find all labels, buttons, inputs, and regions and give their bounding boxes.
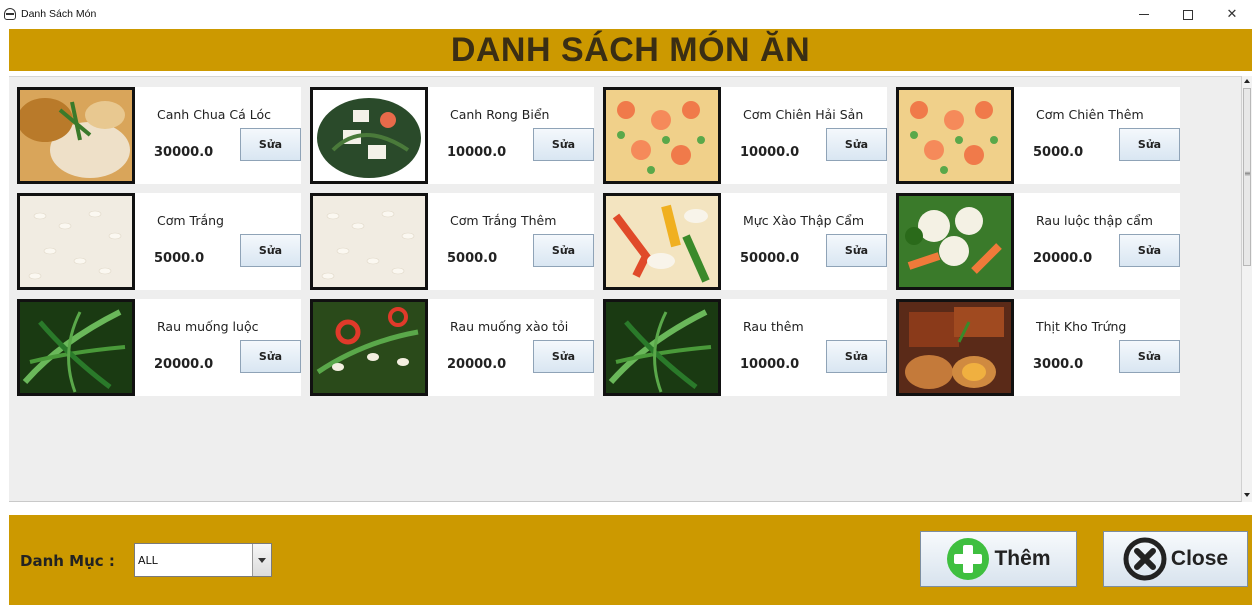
spinach-garlic-thumbnail — [310, 299, 428, 396]
menu-item-card: Rau luộc thập cẩm 20000.0 Sửa — [896, 193, 1180, 290]
minimize-icon — [1139, 14, 1149, 15]
menu-item-price: 10000.0 — [740, 145, 800, 160]
food-image — [313, 302, 425, 393]
edit-button[interactable]: Sửa — [240, 234, 301, 267]
plus-icon — [947, 538, 990, 580]
braised-pork-egg-thumbnail — [896, 299, 1014, 396]
menu-item-price: 50000.0 — [740, 251, 800, 266]
menu-item-name: Rau muống luộc — [157, 319, 259, 334]
menu-item-name: Cơm Chiên Hải Sản — [743, 107, 864, 122]
menu-item-card: Canh Rong Biển 10000.0 Sửa — [310, 87, 594, 184]
category-label: Danh Mục : — [20, 552, 115, 570]
menu-item-card: Cơm Chiên Thêm 5000.0 Sửa — [896, 87, 1180, 184]
menu-item-price: 20000.0 — [154, 357, 214, 372]
footer-bar: Danh Mục : ALL Thêm Close — [9, 515, 1252, 605]
menu-item-price: 30000.0 — [154, 145, 214, 160]
edit-button[interactable]: Sửa — [240, 340, 301, 373]
menu-item-card: Rau muống luộc 20000.0 Sửa — [17, 299, 301, 396]
menu-item-card: Cơm Chiên Hải Sản 10000.0 Sửa — [603, 87, 887, 184]
close-icon: ✕ — [1226, 7, 1238, 22]
app-icon — [4, 8, 16, 20]
menu-item-name: Canh Rong Biển — [450, 107, 550, 122]
menu-item-price: 10000.0 — [740, 357, 800, 372]
menu-grid: Canh Chua Cá Lóc 30000.0 Sửa Canh Rong Biển… — [17, 87, 1180, 396]
food-image — [606, 302, 718, 393]
food-image — [899, 196, 1011, 287]
food-image — [20, 90, 132, 181]
maximize-button[interactable] — [1166, 0, 1210, 29]
page-title: DANH SÁCH MÓN ĂN — [450, 30, 811, 69]
menu-item-price: 20000.0 — [447, 357, 507, 372]
menu-item-name: Cơm Trắng — [157, 213, 224, 228]
edit-button[interactable]: Sửa — [240, 128, 301, 161]
food-image — [313, 196, 425, 287]
minimize-button[interactable] — [1122, 0, 1166, 29]
menu-item-name: Rau muống xào tỏi — [450, 319, 569, 334]
close-circle-icon — [1123, 537, 1167, 581]
window-close-button[interactable]: ✕ — [1210, 0, 1252, 29]
menu-item-price: 3000.0 — [1033, 357, 1084, 372]
edit-button[interactable]: Sửa — [533, 234, 594, 267]
food-image — [899, 302, 1011, 393]
food-image — [606, 196, 718, 287]
white-rice-thumbnail — [17, 193, 135, 290]
menu-item-name: Rau luộc thập cẩm — [1036, 213, 1153, 228]
water-spinach-thumbnail — [17, 299, 135, 396]
squid-stirfry-thumbnail — [603, 193, 721, 290]
edit-button[interactable]: Sửa — [533, 340, 594, 373]
menu-item-card: Cơm Trắng 5000.0 Sửa — [17, 193, 301, 290]
scroll-up-icon[interactable] — [1244, 79, 1250, 83]
close-button-label: Close — [1170, 547, 1229, 570]
menu-item-card: Thịt Kho Trứng 3000.0 Sửa — [896, 299, 1180, 396]
fried-rice-thumbnail — [896, 87, 1014, 184]
close-button[interactable]: Close — [1103, 531, 1248, 587]
fried-rice-thumbnail — [603, 87, 721, 184]
boiled-vegetables-thumbnail — [896, 193, 1014, 290]
edit-button[interactable]: Sửa — [1119, 340, 1180, 373]
menu-item-card: Cơm Trắng Thêm 5000.0 Sửa — [310, 193, 594, 290]
add-button-label: Thêm — [994, 547, 1051, 570]
food-image — [313, 90, 425, 181]
edit-button[interactable]: Sửa — [826, 128, 887, 161]
category-select-value: ALL — [138, 554, 158, 567]
edit-button[interactable]: Sửa — [826, 340, 887, 373]
water-spinach-thumbnail — [603, 299, 721, 396]
category-select[interactable]: ALL — [134, 543, 272, 577]
edit-button[interactable]: Sửa — [826, 234, 887, 267]
chevron-down-icon[interactable] — [252, 544, 271, 576]
menu-item-name: Canh Chua Cá Lóc — [157, 107, 272, 122]
add-button[interactable]: Thêm — [920, 531, 1077, 587]
menu-item-card: Rau muống xào tỏi 20000.0 Sửa — [310, 299, 594, 396]
seaweed-soup-thumbnail — [310, 87, 428, 184]
page-header: DANH SÁCH MÓN ĂN — [9, 29, 1252, 71]
maximize-icon — [1183, 9, 1193, 20]
menu-item-price: 5000.0 — [1033, 145, 1084, 160]
edit-button[interactable]: Sửa — [533, 128, 594, 161]
menu-item-price: 20000.0 — [1033, 251, 1093, 266]
edit-button[interactable]: Sửa — [1119, 234, 1180, 267]
menu-item-price: 5000.0 — [154, 251, 205, 266]
edit-button[interactable]: Sửa — [1119, 128, 1180, 161]
menu-item-card: Mực Xào Thập Cẩm 50000.0 Sửa — [603, 193, 887, 290]
soup-fish-thumbnail — [17, 87, 135, 184]
menu-item-name: Mực Xào Thập Cẩm — [743, 213, 865, 228]
menu-item-card: Canh Chua Cá Lóc 30000.0 Sửa — [17, 87, 301, 184]
menu-item-name: Thịt Kho Trứng — [1036, 319, 1127, 334]
food-image — [606, 90, 718, 181]
menu-item-price: 10000.0 — [447, 145, 507, 160]
menu-item-price: 5000.0 — [447, 251, 498, 266]
scroll-down-icon[interactable] — [1244, 493, 1250, 497]
menu-item-name: Cơm Chiên Thêm — [1036, 107, 1144, 122]
food-image — [20, 196, 132, 287]
vertical-scrollbar[interactable] — [1241, 76, 1252, 502]
white-rice-thumbnail — [310, 193, 428, 290]
menu-item-card: Rau thêm 10000.0 Sửa — [603, 299, 887, 396]
food-image — [20, 302, 132, 393]
menu-item-name: Rau thêm — [743, 319, 804, 334]
food-image — [899, 90, 1011, 181]
menu-item-name: Cơm Trắng Thêm — [450, 213, 557, 228]
scroll-thumb[interactable] — [1243, 88, 1251, 266]
window-titlebar: Danh Sách Món ✕ — [0, 0, 1252, 29]
window-title: Danh Sách Món — [21, 8, 97, 20]
